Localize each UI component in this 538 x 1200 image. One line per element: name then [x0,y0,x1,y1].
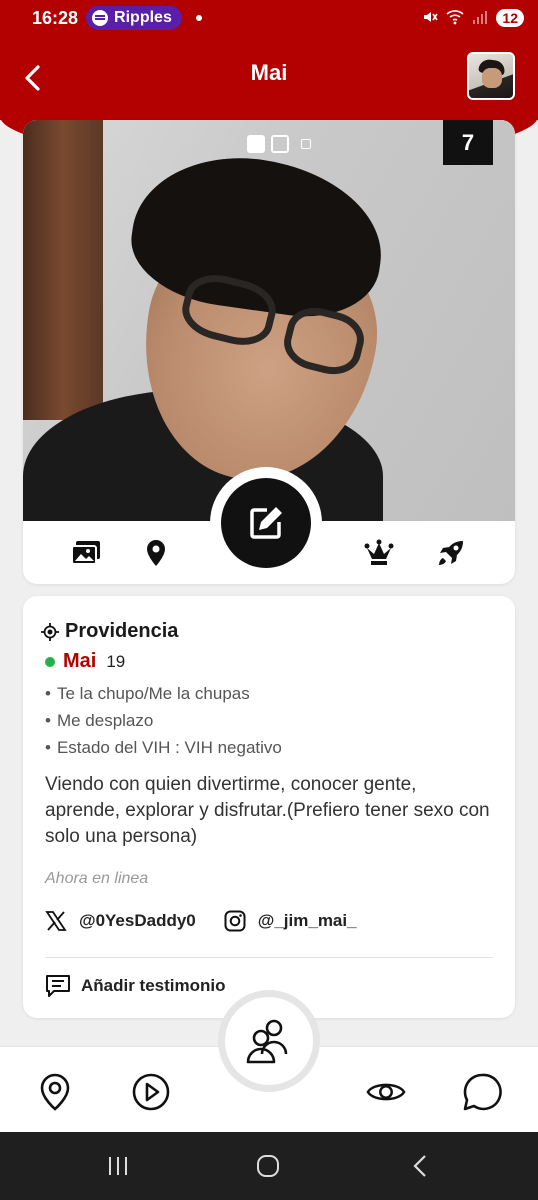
instagram-icon [224,910,246,932]
status-time: 16:28 [32,7,79,28]
edit-profile-button[interactable] [210,467,322,579]
online-status: Ahora en linea [45,870,149,887]
battery-level: 12 [496,9,524,27]
system-back-button[interactable] [402,1148,438,1184]
pager-dot [247,135,265,153]
list-item: Estado del VIH : VIH negativo [45,734,282,761]
boost-button[interactable] [435,537,467,569]
social-links: @0YesDaddy0 @_jim_mai_ [45,910,357,932]
add-testimonial-label: Añadir testimonio [81,976,226,995]
location-row: Providencia [41,620,178,643]
recents-icon [109,1157,127,1175]
eye-icon [366,1083,406,1101]
notification-dot-icon [195,15,202,21]
mute-icon [422,9,439,28]
rocket-icon [439,541,463,565]
nav-videos[interactable] [131,1072,171,1112]
photo-pager-dots [247,135,311,153]
crown-icon [364,539,394,565]
location-icon [40,1073,70,1111]
profile-info-card: Providencia Mai 19 Te la chupo/Me la chu… [23,596,515,1018]
location-label: Providencia [65,620,179,642]
people-icon [246,1019,288,1064]
instagram-handle: @_jim_mai_ [257,911,357,930]
page-title: Mai [250,60,288,85]
nav-chat[interactable] [462,1072,502,1112]
divider [45,957,493,958]
premium-button[interactable] [363,537,395,569]
list-item: Te la chupo/Me la chupas [45,680,282,707]
home-icon [257,1155,279,1177]
x-twitter-icon [45,911,67,931]
instagram-link[interactable]: @_jim_mai_ [224,910,357,932]
recents-button[interactable] [100,1148,136,1184]
twitter-link[interactable]: @0YesDaddy0 [45,910,196,932]
add-testimonial-button[interactable]: Añadir testimonio [45,974,226,998]
nav-people-button[interactable] [218,990,320,1092]
online-indicator [45,656,55,667]
wifi-icon [446,9,464,28]
edit-icon [250,507,282,539]
status-bar: 16:28 Ripples 12 [0,0,538,36]
photo-count-badge: 7 [443,120,493,165]
spotify-icon [92,10,109,26]
profile-bio: Viendo con quien divertirme, conocer gen… [45,774,490,847]
header-avatar[interactable] [467,52,515,100]
play-icon [132,1073,170,1111]
gallery-icon [71,541,100,565]
profile-name: Mai [63,650,97,672]
list-item: Me desplazo [45,707,282,734]
chat-icon [463,1073,502,1111]
crosshair-location-icon [41,622,59,641]
gallery-button[interactable] [70,537,102,569]
profile-photo[interactable]: 7 [23,120,515,521]
home-button[interactable] [250,1148,286,1184]
location-pin-icon [147,540,165,566]
nav-visitors[interactable] [366,1072,406,1112]
chevron-left-icon [413,1155,426,1177]
profile-photo-card: 7 [23,120,515,584]
system-nav-bar [0,1132,538,1200]
location-button[interactable] [140,537,172,569]
media-pill-label: Ripples [114,9,172,26]
nav-location[interactable] [35,1072,75,1112]
signal-icon [472,10,488,27]
pager-dot [301,139,311,149]
name-row: Mai 19 [45,650,125,673]
media-pill[interactable]: Ripples [86,6,182,30]
profile-age: 19 [106,651,126,671]
twitter-handle: @0YesDaddy0 [79,911,196,930]
profile-details-list: Te la chupo/Me la chupas Me desplazo Est… [45,680,282,761]
comment-icon [46,975,70,997]
pager-dot [271,135,289,153]
